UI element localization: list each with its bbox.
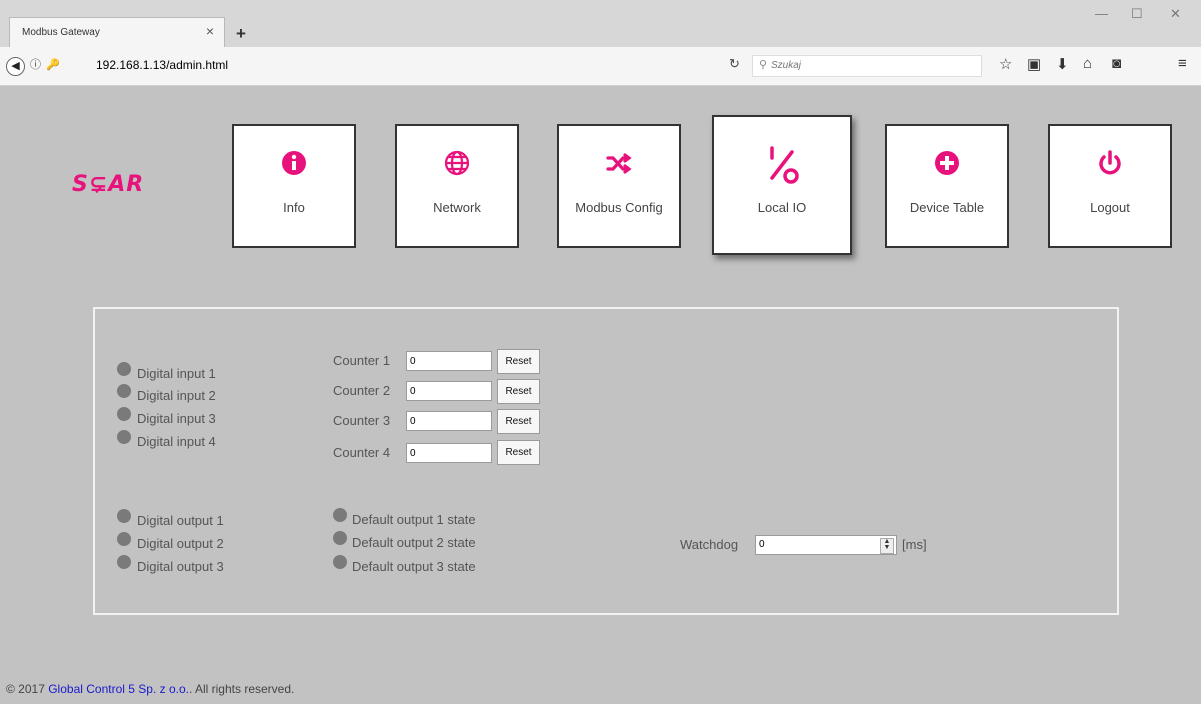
address-bar[interactable]: 192.168.1.13/admin.html [96, 58, 228, 72]
digital-output-label: Digital output 1 [137, 513, 224, 528]
reload-icon[interactable]: ↻ [729, 56, 740, 72]
reset-counter-1-button[interactable]: Reset [497, 349, 540, 374]
menu-icon[interactable]: ≡ [1178, 55, 1187, 72]
percent-icon [714, 144, 850, 184]
default-output-label: Default output 1 state [352, 512, 476, 527]
reset-counter-4-button[interactable]: Reset [497, 440, 540, 465]
counter-label: Counter 1 [333, 353, 391, 368]
counter-1-field[interactable] [406, 351, 492, 371]
nav-tile-local-io[interactable]: Local IO [712, 115, 852, 255]
shuffle-icon [559, 148, 679, 178]
digital-input-label: Digital input 3 [137, 411, 216, 426]
default-output-label: Default output 3 state [352, 559, 476, 574]
nav-tile-modbus-config[interactable]: Modbus Config [557, 124, 681, 248]
digital-output-label: Digital output 3 [137, 559, 224, 574]
nav-tile-logout[interactable]: Logout [1048, 124, 1172, 248]
counter-3-field[interactable] [406, 411, 492, 431]
default-output-led-2[interactable] [333, 531, 347, 545]
nav-tile-label: Network [433, 200, 481, 215]
counter-2-field[interactable] [406, 381, 492, 401]
globe-icon [397, 148, 517, 178]
nav-tile-label: Device Table [909, 200, 985, 215]
default-output-led-1[interactable] [333, 508, 347, 522]
spinner-icon[interactable]: ▲ ▼ [880, 538, 894, 554]
nav-tile-label: Modbus Config [575, 200, 663, 215]
browser-tab-bar: Modbus Gateway × + — ☐ ✕ [0, 0, 1201, 47]
footer-prefix: © 2017 [6, 682, 49, 696]
output-led-1[interactable] [117, 509, 131, 523]
star-logo: S⊊AR [72, 172, 145, 197]
pocket-icon[interactable]: ◙ [1112, 55, 1121, 72]
maximize-icon[interactable]: ☐ [1131, 6, 1143, 22]
nav-tile-device-table[interactable]: Device Table [885, 124, 1009, 248]
footer-company-link[interactable]: Global Control 5 Sp. z o.o. [48, 682, 189, 696]
search-placeholder: Szukaj [771, 60, 802, 71]
watchdog-field[interactable]: 0 ▲ ▼ [755, 535, 897, 555]
new-tab-button[interactable]: + [236, 24, 246, 44]
nav-tile-label: Info [283, 200, 305, 215]
default-output-label: Default output 2 state [352, 535, 476, 550]
default-output-led-3[interactable] [333, 555, 347, 569]
nav-tile-label: Local IO [757, 200, 807, 215]
nav-tile-info[interactable]: Info [232, 124, 356, 248]
tab-title: Modbus Gateway [22, 27, 100, 38]
site-info-icon[interactable]: ⓘ 🔑 [30, 56, 61, 72]
tab-close-icon[interactable]: × [206, 23, 214, 39]
close-window-icon[interactable]: ✕ [1170, 6, 1181, 22]
nav-tile-network[interactable]: Network [395, 124, 519, 248]
input-led-4 [117, 430, 131, 444]
counter-label: Counter 3 [333, 413, 391, 428]
minimize-icon[interactable]: — [1095, 6, 1108, 21]
back-arrow-icon[interactable]: ◀ [6, 57, 25, 76]
watchdog-value: 0 [759, 539, 765, 550]
power-icon [1050, 148, 1170, 178]
info-icon [234, 148, 354, 178]
download-icon[interactable]: ⬇ [1056, 55, 1069, 73]
output-led-2[interactable] [117, 532, 131, 546]
counter-label: Counter 2 [333, 383, 391, 398]
browser-nav-bar: ◀ ⓘ 🔑 192.168.1.13/admin.html ↻ ⚲ Szukaj… [0, 47, 1201, 86]
local-io-panel [93, 307, 1119, 615]
bookmark-star-icon[interactable]: ☆ [999, 55, 1012, 73]
counter-label: Counter 4 [333, 445, 391, 460]
reset-counter-2-button[interactable]: Reset [497, 379, 540, 404]
digital-input-label: Digital input 2 [137, 388, 216, 403]
footer: © 2017 Global Control 5 Sp. z o.o.. All … [6, 682, 294, 696]
input-led-1 [117, 362, 131, 376]
reading-list-icon[interactable]: ▣ [1027, 55, 1041, 73]
watchdog-unit: [ms] [902, 537, 927, 552]
footer-suffix: . All rights reserved. [188, 682, 295, 696]
nav-tile-label: Logout [1090, 200, 1130, 215]
digital-output-label: Digital output 2 [137, 536, 224, 551]
watchdog-label: Watchdog [680, 537, 739, 552]
input-led-2 [117, 384, 131, 398]
plus-circle-icon [887, 148, 1007, 178]
reset-counter-3-button[interactable]: Reset [497, 409, 540, 434]
digital-input-label: Digital input 1 [137, 366, 216, 381]
output-led-3[interactable] [117, 555, 131, 569]
browser-search-input[interactable]: ⚲ Szukaj [752, 55, 982, 77]
search-icon: ⚲ [759, 59, 768, 71]
counter-4-field[interactable] [406, 443, 492, 463]
browser-tab[interactable]: Modbus Gateway × [9, 17, 225, 47]
home-icon[interactable]: ⌂ [1083, 55, 1092, 72]
digital-input-label: Digital input 4 [137, 434, 216, 449]
input-led-3 [117, 407, 131, 421]
